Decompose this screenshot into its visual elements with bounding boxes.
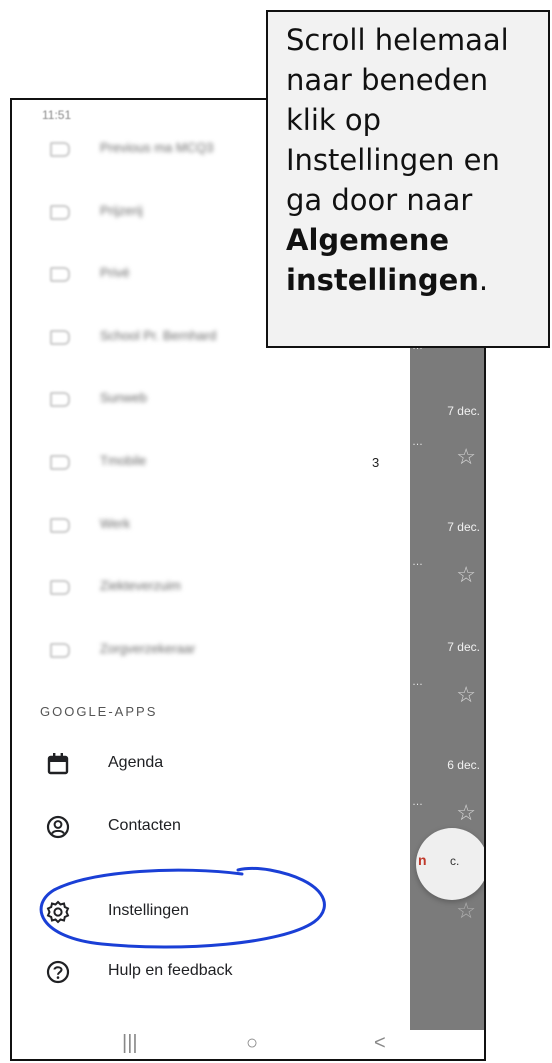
- label-item[interactable]: Sunweb: [12, 380, 410, 420]
- compose-fab[interactable]: n c.: [416, 828, 484, 900]
- back-button[interactable]: <: [374, 1032, 386, 1055]
- callout-line: Instellingen en: [286, 143, 500, 177]
- label-name: School Pr. Bernhard: [100, 328, 217, 343]
- drawer-item-instellingen[interactable]: Instellingen: [12, 890, 410, 934]
- callout-last-line: instellingen.: [286, 260, 534, 300]
- system-nav-bar: ||| ○ <: [12, 1030, 484, 1059]
- inbox-date: 7 dec.: [447, 640, 480, 654]
- drawer-item-label: Contacten: [108, 817, 181, 834]
- inbox-ellipsis: …: [412, 796, 423, 808]
- label-item[interactable]: Tmobile 3: [12, 443, 410, 483]
- label-name: Prijzerij: [100, 203, 143, 218]
- label-icon: [50, 205, 70, 220]
- label-name: Privé: [100, 265, 130, 280]
- callout-line: naar beneden: [286, 63, 489, 97]
- star-icon[interactable]: ☆: [456, 682, 476, 708]
- label-icon: [50, 392, 70, 407]
- inbox-ellipsis: …: [412, 556, 423, 568]
- label-name: Tmobile: [100, 453, 147, 468]
- label-name: Sunweb: [100, 390, 147, 405]
- label-item[interactable]: Zorgverzekeraar: [12, 631, 410, 671]
- label-icon: [50, 643, 70, 658]
- inbox-date: 7 dec.: [447, 404, 480, 418]
- callout-line: Scroll helemaal: [286, 23, 509, 57]
- unread-count: 3: [372, 455, 380, 470]
- drawer-item-hulp[interactable]: Hulp en feedback: [12, 950, 410, 994]
- star-icon[interactable]: ☆: [456, 444, 476, 470]
- home-button[interactable]: ○: [246, 1032, 258, 1055]
- drawer-item-label: Hulp en feedback: [108, 962, 233, 979]
- fab-label-left: n: [418, 852, 427, 868]
- fab-label-right: c.: [450, 854, 460, 868]
- label-icon: [50, 455, 70, 470]
- status-time: 11:51: [42, 108, 72, 122]
- label-icon: [50, 518, 70, 533]
- calendar-icon: [44, 750, 72, 778]
- drawer-item-label: Instellingen: [108, 902, 189, 919]
- star-icon[interactable]: ☆: [456, 800, 476, 826]
- callout-bold-line: instellingen: [286, 263, 479, 297]
- inbox-date: 7 dec.: [447, 520, 480, 534]
- label-icon: [50, 330, 70, 345]
- inbox-ellipsis: …: [412, 676, 423, 688]
- star-icon[interactable]: ☆: [456, 562, 476, 588]
- section-title-google-apps: GOOGLE-APPS: [40, 704, 158, 719]
- label-name: Previous ma MCQ3: [100, 140, 214, 155]
- inbox-date: 6 dec.: [447, 758, 480, 772]
- label-icon: [50, 267, 70, 282]
- callout-line: klik op: [286, 103, 382, 137]
- label-name: Werk: [100, 516, 131, 531]
- inbox-ellipsis: …: [412, 436, 423, 448]
- callout-period: .: [478, 263, 489, 297]
- label-name: Zorgverzekeraar: [100, 641, 196, 656]
- instruction-callout: Scroll helemaal naar beneden klik op Ins…: [266, 10, 550, 348]
- drawer-item-agenda[interactable]: Agenda: [12, 742, 410, 786]
- drawer-item-label: Agenda: [108, 754, 164, 771]
- label-name: Ziekteverzuim: [100, 578, 181, 593]
- star-icon[interactable]: ☆: [456, 898, 476, 924]
- callout-bold-line: Algemene: [286, 223, 450, 257]
- callout-line: ga door naar: [286, 183, 473, 217]
- label-icon: [50, 142, 70, 157]
- label-item[interactable]: Ziekteverzuim: [12, 568, 410, 608]
- gear-icon: [44, 898, 72, 926]
- label-icon: [50, 580, 70, 595]
- help-icon: [44, 958, 72, 986]
- drawer-item-contacten[interactable]: Contacten: [12, 805, 410, 849]
- recents-button[interactable]: |||: [122, 1032, 138, 1055]
- label-item[interactable]: Werk: [12, 506, 410, 546]
- contacts-icon: [44, 813, 72, 841]
